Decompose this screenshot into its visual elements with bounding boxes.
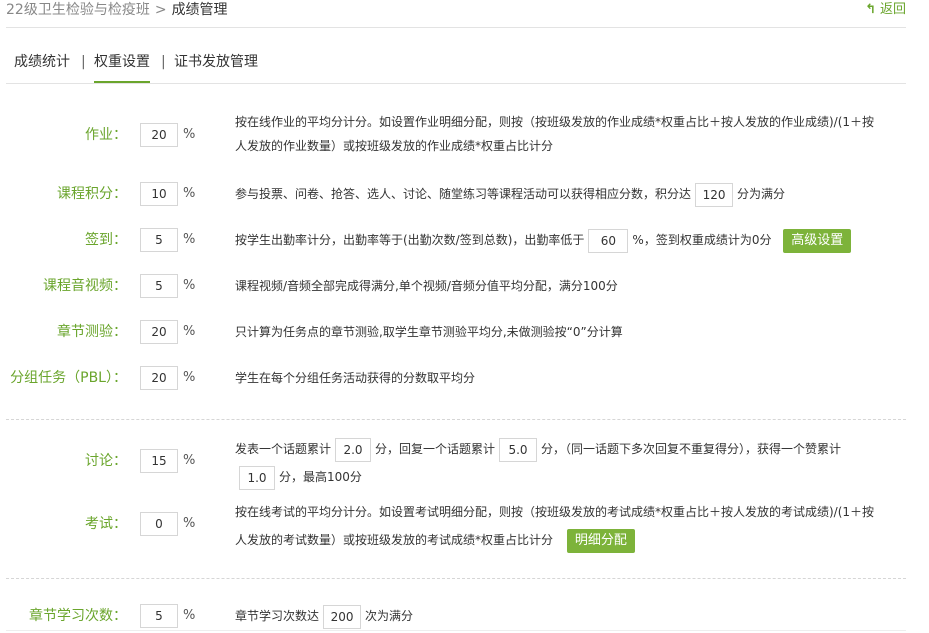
breadcrumb-course-link[interactable]: 22级卫生检验与检疫班: [6, 2, 150, 18]
detail-allocation-button[interactable]: 明细分配: [566, 529, 635, 553]
video-description: 课程视频/音频全部完成得满分,单个视频/音频分值平均分配，满分100分: [235, 279, 618, 293]
discussion-like-score-input[interactable]: 1.0: [239, 465, 275, 490]
back-label: 返回: [879, 2, 906, 17]
discussion-text-1: 发表一个话题累计: [235, 442, 332, 456]
group-task-weight-input[interactable]: 20: [140, 366, 178, 390]
discussion-reply-score-input[interactable]: 5.0: [499, 437, 538, 462]
tab-score-stats[interactable]: 成绩统计: [14, 52, 70, 72]
signin-weight-input[interactable]: 5: [140, 228, 178, 252]
homework-label: 作业：: [85, 127, 127, 143]
bottom-border: [6, 630, 906, 631]
discussion-text-4: 分，最高100分: [279, 470, 362, 484]
tab-bar: 成绩统计 | 权重设置 | 证书发放管理: [6, 50, 906, 84]
chapter-quiz-weight-input[interactable]: 20: [140, 320, 178, 344]
top-bar: 22级卫生检验与检疫班 > 成绩管理 ↰ 返回: [6, 0, 906, 28]
course-points-desc-pre: 参与投票、问卷、抢答、选人、讨论、随堂练习等课程活动可以获得相应分数，积分达: [235, 187, 692, 201]
back-arrow-icon: ↰: [865, 2, 876, 17]
exam-desc-line1: 按在线考试的平均分计分。如设置考试明细分配，则按（按班级发放的考试成绩*权重占比…: [235, 505, 875, 519]
chapter-quiz-label: 章节测验：: [57, 324, 127, 340]
homework-desc-line1: 按在线作业的平均分计分。如设置作业明细分配，则按（按班级发放的作业成绩*权重占比…: [235, 115, 875, 129]
homework-weight-input[interactable]: 20: [140, 123, 178, 147]
percent-sign: %: [183, 127, 196, 142]
signin-desc-post: %，签到权重成绩计为0分: [632, 233, 772, 247]
breadcrumb: 22级卫生检验与检疫班 > 成绩管理: [6, 0, 228, 20]
tab-weight-settings[interactable]: 权重设置: [94, 52, 150, 83]
percent-sign: %: [183, 453, 196, 468]
chapter-study-label: 章节学习次数：: [29, 608, 127, 624]
course-points-full-input[interactable]: 120: [695, 182, 734, 207]
percent-sign: %: [183, 324, 196, 339]
breadcrumb-current: 成绩管理: [171, 2, 228, 18]
chapter-study-desc-pre: 章节学习次数达: [235, 609, 320, 623]
chapter-quiz-description: 只计算为任务点的章节测验,取学生章节测验平均分,未做测验按“0”分计算: [235, 325, 623, 339]
course-points-label: 课程积分：: [57, 186, 127, 202]
homework-desc-line2: 人发放的作业数量）或按班级发放的作业成绩*权重占比计分: [235, 139, 554, 153]
group-task-label: 分组任务（PBL）：: [10, 370, 127, 386]
group-task-description: 学生在每个分组任务活动获得的分数取平均分: [235, 371, 476, 385]
chapter-study-count-input[interactable]: 200: [323, 604, 362, 629]
discussion-post-score-input[interactable]: 2.0: [335, 437, 372, 462]
tab-separator: |: [81, 54, 86, 70]
percent-sign: %: [183, 370, 196, 385]
percent-sign: %: [183, 608, 196, 623]
back-button[interactable]: ↰ 返回: [865, 0, 906, 20]
course-points-desc-post: 分为满分: [737, 187, 786, 201]
discussion-weight-input[interactable]: 15: [140, 449, 178, 473]
chapter-study-weight-input[interactable]: 5: [140, 604, 178, 628]
discussion-label: 讨论：: [85, 453, 127, 469]
chapter-study-desc-post: 次为满分: [365, 609, 414, 623]
video-weight-input[interactable]: 5: [140, 274, 178, 298]
exam-desc-line2: 人发放的考试数量）或按班级发放的考试成绩*权重占比计分: [235, 533, 554, 547]
discussion-description: 发表一个话题累计 2.0 分，回复一个话题累计 5.0 分，（同一话题下多次回复不重复得…: [235, 435, 907, 491]
percent-sign: %: [183, 278, 196, 293]
signin-description: 按学生出勤率计分，出勤率等于(出勤次数/签到总数)，出勤率低于 60 %，签到权重成…: [235, 228, 907, 253]
percent-sign: %: [183, 186, 196, 201]
section-divider: [6, 419, 906, 420]
discussion-text-2: 分，回复一个话题累计: [375, 442, 496, 456]
percent-sign: %: [183, 516, 196, 531]
signin-label: 签到：: [85, 232, 127, 248]
chapter-study-description: 章节学习次数达 200 次为满分: [235, 604, 907, 629]
signin-desc-pre: 按学生出勤率计分，出勤率等于(出勤次数/签到总数)，出勤率低于: [235, 233, 585, 247]
discussion-text-3: 分，（同一话题下多次回复不重复得分），获得一个赞累计: [541, 442, 842, 456]
advanced-settings-button[interactable]: 高级设置: [783, 229, 852, 253]
exam-weight-input[interactable]: 0: [140, 512, 178, 536]
course-points-description: 参与投票、问卷、抢答、选人、讨论、随堂练习等课程活动可以获得相应分数，积分达 12…: [235, 182, 907, 207]
section-divider: [6, 578, 906, 579]
homework-description: 按在线作业的平均分计分。如设置作业明细分配，则按（按班级发放的作业成绩*权重占比…: [235, 110, 907, 158]
video-label: 课程音视频：: [43, 278, 127, 294]
exam-description: 按在线考试的平均分计分。如设置考试明细分配，则按（按班级发放的考试成绩*权重占比…: [235, 498, 907, 554]
breadcrumb-separator: >: [154, 2, 167, 18]
signin-threshold-input[interactable]: 60: [588, 228, 629, 253]
tab-separator: |: [161, 54, 166, 70]
tab-certificate-management[interactable]: 证书发放管理: [174, 52, 258, 72]
percent-sign: %: [183, 232, 196, 247]
exam-label: 考试：: [85, 516, 127, 532]
course-points-weight-input[interactable]: 10: [140, 182, 178, 206]
